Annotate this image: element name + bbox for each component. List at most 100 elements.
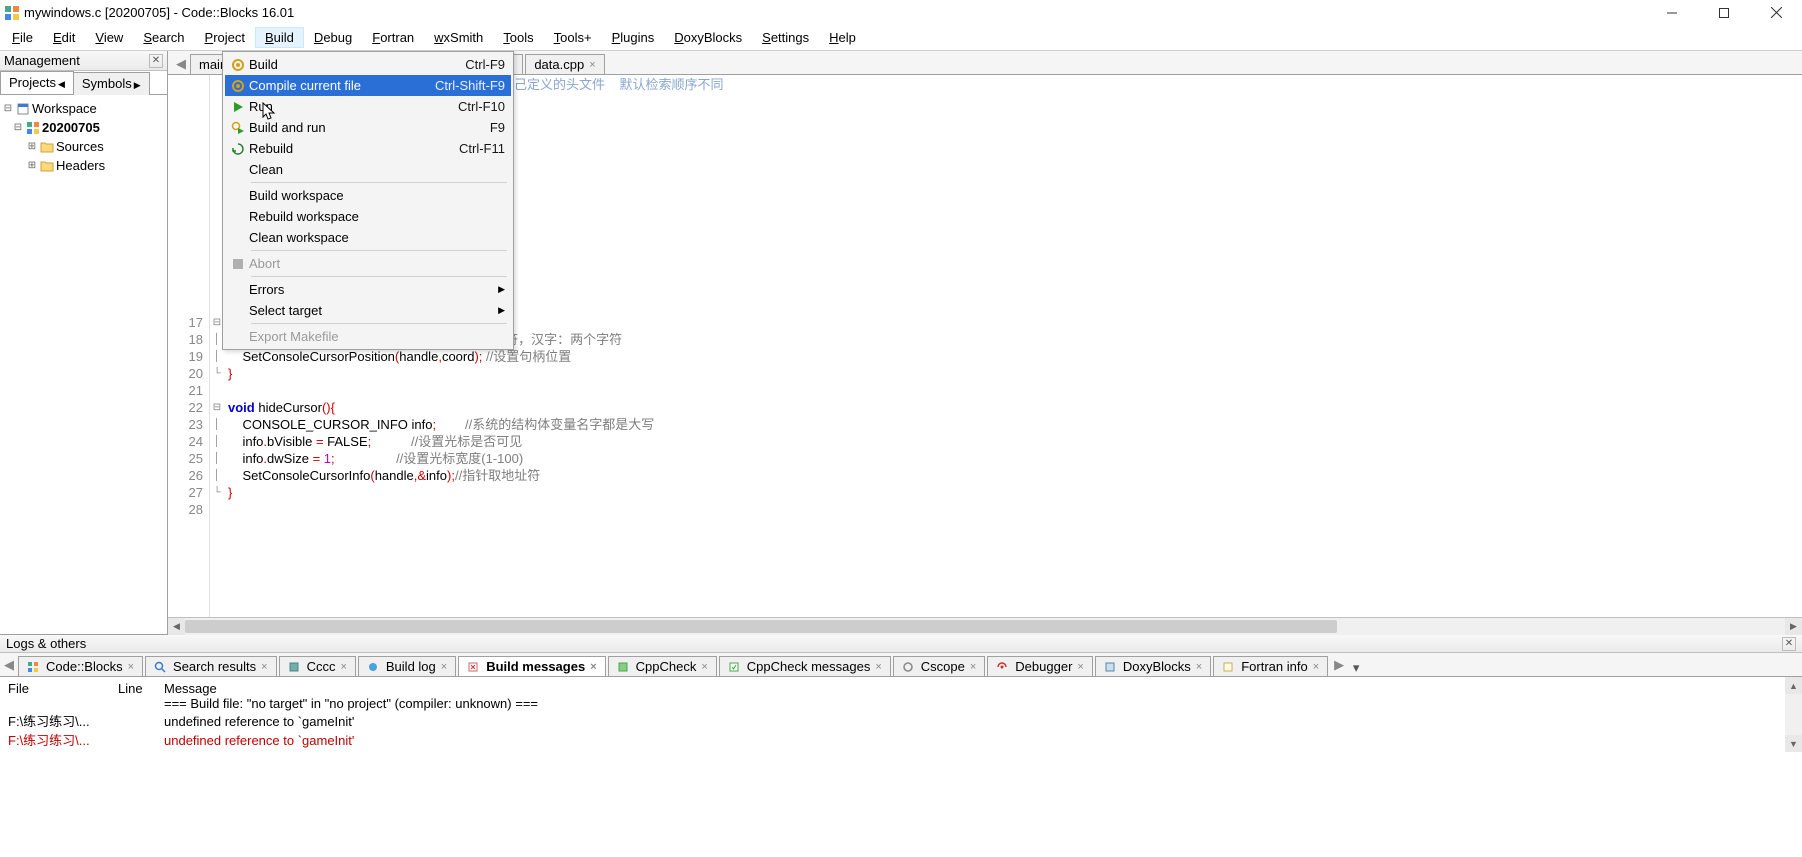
tree-folder-sources[interactable]: ⊞ Sources (2, 137, 165, 156)
menu-debug[interactable]: Debug (304, 27, 362, 48)
tab-scroll-right-icon[interactable]: ▶ (1330, 654, 1348, 676)
scroll-right-icon[interactable]: ▶ (1785, 618, 1802, 635)
mgmt-tab-symbols[interactable]: Symbols▶ (73, 72, 150, 95)
log-tab-code-blocks[interactable]: Code::Blocks× (18, 656, 143, 676)
folder-icon (38, 160, 56, 172)
log-tab-cppcheck[interactable]: CppCheck× (608, 656, 717, 676)
tree-collapse-icon[interactable]: ⊟ (2, 103, 14, 114)
tab-close-icon[interactable]: × (1077, 661, 1083, 673)
log-tab-cppcheck-messages[interactable]: CppCheck messages× (719, 656, 891, 676)
tab-scroll-left-icon[interactable]: ◀ (172, 54, 190, 74)
log-tab-icon (154, 661, 168, 673)
chevron-right-icon: ▶ (134, 80, 141, 90)
tree-collapse-icon[interactable]: ⊟ (12, 122, 24, 133)
menu-wxsmith[interactable]: wxSmith (424, 27, 493, 48)
scroll-thumb[interactable] (185, 620, 1337, 633)
stop-icon (227, 258, 249, 270)
log-tab-doxyblocks[interactable]: DoxyBlocks× (1095, 656, 1211, 676)
scroll-left-icon[interactable]: ◀ (168, 618, 185, 635)
menu-build[interactable]: Build (255, 27, 304, 48)
tree-expand-icon[interactable]: ⊞ (26, 141, 38, 152)
log-tab-build-messages[interactable]: Build messages× (458, 656, 605, 676)
tab-close-icon[interactable]: × (875, 661, 881, 673)
build-menu-clean[interactable]: Clean (225, 159, 511, 180)
minimize-button[interactable] (1658, 4, 1686, 22)
menu-search[interactable]: Search (133, 27, 194, 48)
tab-close-icon[interactable]: × (1313, 661, 1319, 673)
log-row[interactable]: === Build file: "no target" in "no proje… (8, 696, 1794, 711)
play-icon (227, 101, 249, 113)
maximize-button[interactable] (1710, 4, 1738, 22)
tab-overflow-icon[interactable]: ▾ (1348, 660, 1364, 676)
menu-toolsplus[interactable]: Tools+ (544, 27, 602, 48)
menu-settings[interactable]: Settings (752, 27, 819, 48)
menu-bar: FileEditViewSearchProjectBuildDebugFortr… (0, 25, 1802, 51)
management-close-icon[interactable]: ✕ (149, 54, 163, 68)
log-row[interactable]: F:\练习练习\...undefined reference to `gameI… (8, 711, 1794, 730)
log-tab-icon (1104, 661, 1118, 673)
menu-edit[interactable]: Edit (43, 27, 85, 48)
submenu-arrow-icon: ▶ (498, 284, 505, 295)
log-tab-debugger[interactable]: Debugger× (987, 656, 1093, 676)
close-button[interactable] (1762, 4, 1790, 22)
build-menu-select-target[interactable]: Select target▶ (225, 300, 511, 321)
log-tab-icon (728, 661, 742, 673)
tab-close-icon[interactable]: × (970, 661, 976, 673)
log-tab-fortran-info[interactable]: Fortran info× (1213, 656, 1328, 676)
tab-scroll-left-icon[interactable]: ◀ (0, 654, 18, 676)
recycle-icon (227, 142, 249, 156)
build-menu-build[interactable]: BuildCtrl-F9 (225, 54, 511, 75)
chevron-left-icon: ◀ (58, 79, 65, 89)
tab-close-icon[interactable]: × (589, 59, 595, 71)
menu-file[interactable]: File (2, 27, 43, 48)
build-menu-errors[interactable]: Errors▶ (225, 279, 511, 300)
gearplay-icon (227, 121, 249, 135)
scroll-down-icon[interactable]: ▼ (1785, 735, 1802, 752)
build-menu-build-workspace[interactable]: Build workspace (225, 185, 511, 206)
management-title: Management (4, 53, 80, 68)
tab-close-icon[interactable]: × (261, 661, 267, 673)
log-tab-cccc[interactable]: Cccc× (279, 656, 356, 676)
scroll-up-icon[interactable]: ▲ (1785, 677, 1802, 694)
log-tab-cscope[interactable]: Cscope× (893, 656, 986, 676)
build-menu-clean-workspace[interactable]: Clean workspace (225, 227, 511, 248)
build-menu-compile-current-file[interactable]: Compile current fileCtrl-Shift-F9 (225, 75, 511, 96)
folder-icon (38, 141, 56, 153)
window-title: mywindows.c [20200705] - Code::Blocks 16… (24, 5, 1658, 20)
build-menu-rebuild-workspace[interactable]: Rebuild workspace (225, 206, 511, 227)
menu-project[interactable]: Project (195, 27, 255, 48)
log-row[interactable]: F:\练习练习\...undefined reference to `gameI… (8, 730, 1794, 749)
log-body[interactable]: FileLineMessage === Build file: "no targ… (0, 677, 1802, 752)
tab-close-icon[interactable]: × (1196, 661, 1202, 673)
menu-fortran[interactable]: Fortran (362, 27, 424, 48)
log-tab-icon (1222, 661, 1236, 673)
tree-workspace[interactable]: ⊟ Workspace (2, 99, 165, 118)
mgmt-tab-projects[interactable]: Projects◀ (0, 71, 74, 94)
log-tab-build-log[interactable]: Build log× (358, 656, 456, 676)
log-tab-icon (467, 661, 481, 673)
scroll-track[interactable] (185, 618, 1785, 635)
log-tab-search-results[interactable]: Search results× (145, 656, 277, 676)
menu-doxyblocks[interactable]: DoxyBlocks (664, 27, 752, 48)
logs-scrollbar-v[interactable]: ▲ ▼ (1785, 677, 1802, 752)
logs-close-icon[interactable]: ✕ (1782, 637, 1796, 651)
tree-folder-headers[interactable]: ⊞ Headers (2, 156, 165, 175)
menu-plugins[interactable]: Plugins (602, 27, 665, 48)
editor-tab-data-cpp[interactable]: data.cpp× (525, 54, 604, 74)
logs-panel: Logs & others ✕ ◀ Code::Blocks×Search re… (0, 634, 1802, 752)
project-tree: ⊟ Workspace ⊟ 20200705 ⊞ Sources ⊞ Heade… (0, 95, 167, 179)
tree-project[interactable]: ⊟ 20200705 (2, 118, 165, 137)
tab-close-icon[interactable]: × (128, 661, 134, 673)
tab-close-icon[interactable]: × (701, 661, 707, 673)
tab-close-icon[interactable]: × (590, 661, 596, 673)
build-menu-run[interactable]: RunCtrl-F10 (225, 96, 511, 117)
editor-scrollbar-h[interactable]: ◀ ▶ (168, 617, 1802, 634)
tab-close-icon[interactable]: × (340, 661, 346, 673)
build-menu-rebuild[interactable]: RebuildCtrl-F11 (225, 138, 511, 159)
menu-view[interactable]: View (85, 27, 133, 48)
tab-close-icon[interactable]: × (441, 661, 447, 673)
menu-tools[interactable]: Tools (493, 27, 543, 48)
menu-help[interactable]: Help (819, 27, 866, 48)
tree-expand-icon[interactable]: ⊞ (26, 160, 38, 171)
build-menu-build-and-run[interactable]: Build and runF9 (225, 117, 511, 138)
